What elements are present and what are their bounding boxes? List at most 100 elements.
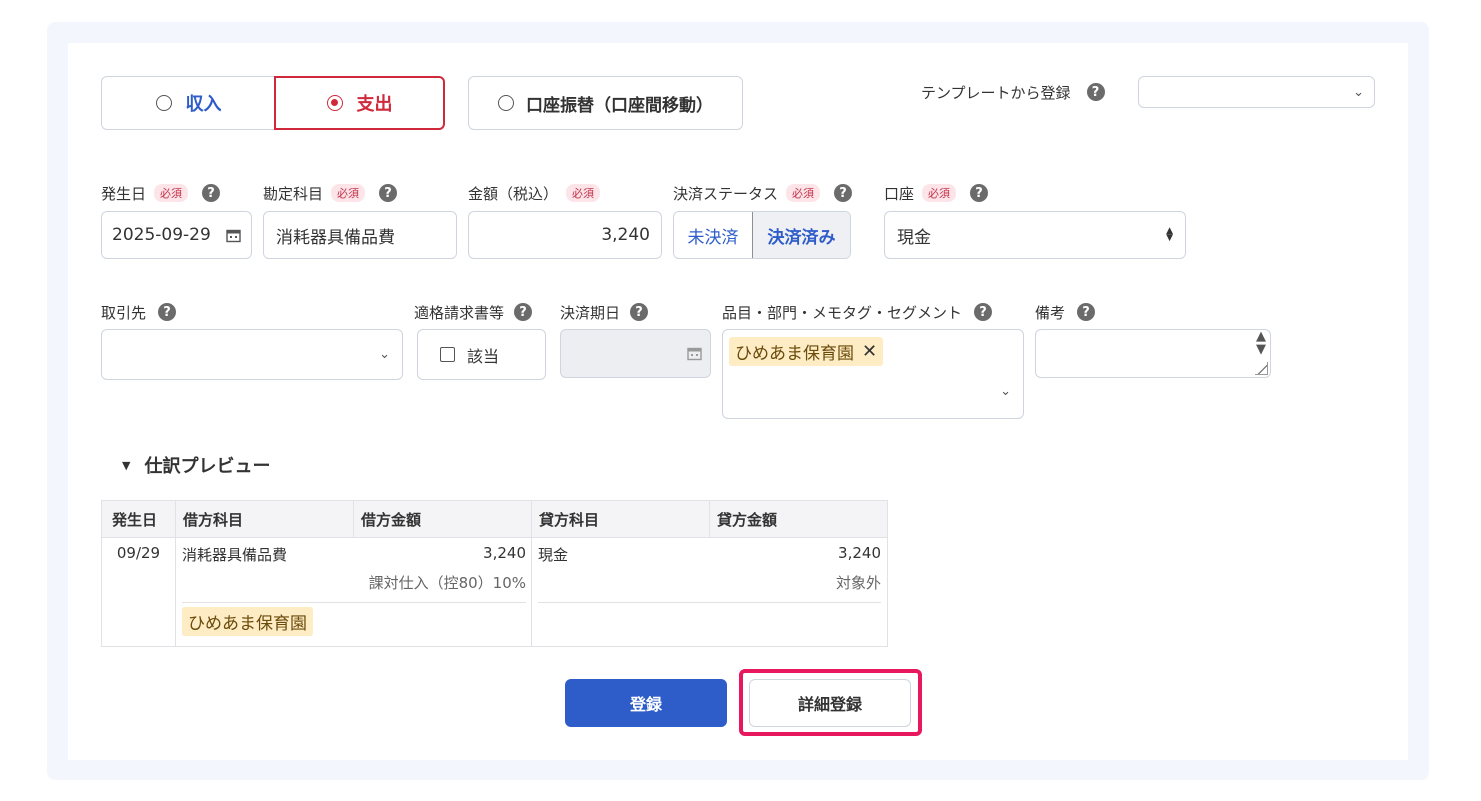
tags-label-row: 品目・部門・メモタグ・セグメント ? <box>722 301 993 323</box>
table-header-cell: 貸方金額 <box>709 500 888 538</box>
required-badge: 必須 <box>922 184 957 202</box>
date-label: 発生日 <box>101 184 147 203</box>
tab-transfer-label: 口座振替（口座間移動） <box>526 95 713 116</box>
memo-label: 備考 <box>1035 303 1066 322</box>
amount-label-row: 金額（税込） 必須 <box>468 182 601 204</box>
qualified-invoice-label: 適格請求書等 <box>414 303 505 322</box>
tab-transfer[interactable]: 口座振替（口座間移動） <box>468 76 743 130</box>
help-icon[interactable]: ? <box>379 184 398 202</box>
settlement-status-toggle: 未決済 決済済み <box>673 211 851 259</box>
spinner-arrows-icon[interactable]: ▲ ▼ <box>1256 330 1266 356</box>
partner-label: 取引先 <box>101 303 147 322</box>
settlement-status-label: 決済ステータス <box>673 184 779 203</box>
due-date-input <box>560 329 711 378</box>
memo-textarea[interactable]: ▲ ▼ <box>1035 329 1271 378</box>
tab-income[interactable]: 収入 <box>101 76 275 130</box>
credit-account: 現金 <box>538 546 569 564</box>
required-badge: 必須 <box>331 184 366 202</box>
row-date: 09/29 <box>116 544 161 562</box>
qualified-invoice-checkbox-label: 該当 <box>467 346 500 366</box>
detail-register-button[interactable]: 詳細登録 <box>749 679 911 727</box>
table-header-row: 発生日 借方科目 借方金額 貸方科目 貸方金額 <box>101 500 888 538</box>
radio-selected-icon <box>326 95 343 111</box>
debit-amount: 3,240 <box>483 544 526 562</box>
preview-title: 仕訳プレビュー <box>144 456 271 477</box>
debit-tag: ひめあま保育園 <box>182 607 313 636</box>
help-icon[interactable]: ? <box>970 184 989 202</box>
template-select[interactable]: ⌄ <box>1138 76 1375 108</box>
chevron-down-icon: ⌄ <box>379 347 390 362</box>
partner-select[interactable]: ⌄ <box>101 329 403 380</box>
amount-input[interactable]: 3,240 <box>468 211 662 259</box>
required-badge: 必須 <box>786 184 821 202</box>
table-row: 09/29 消耗器具備品費 3,240 課対仕入（控80）10% ひめあま保育園… <box>101 537 888 647</box>
help-icon[interactable]: ? <box>1086 83 1105 101</box>
account-title-label-row: 勘定科目 必須 ? <box>263 182 398 204</box>
wallet-value: 現金 <box>897 227 931 248</box>
calendar-icon[interactable] <box>226 228 241 243</box>
amount-value: 3,240 <box>601 225 650 245</box>
account-title-label: 勘定科目 <box>263 184 324 203</box>
qualified-invoice-box: 該当 <box>417 329 546 380</box>
template-label: テンプレートから登録 <box>921 83 1071 102</box>
table-header-cell: 借方金額 <box>353 500 532 538</box>
preview-toggle[interactable]: ▼ 仕訳プレビュー <box>122 452 270 478</box>
settlement-status-label-row: 決済ステータス 必須 ? <box>673 182 853 204</box>
partner-label-row: 取引先 ? <box>101 301 177 323</box>
amount-label: 金額（税込） <box>468 184 559 203</box>
radio-icon <box>155 95 172 111</box>
unsettled-option[interactable]: 未決済 <box>674 212 752 258</box>
tags-label: 品目・部門・メモタグ・セグメント <box>722 303 963 322</box>
credit-tax: 対象外 <box>538 572 881 603</box>
wallet-select[interactable]: 現金 ▲ ▼ <box>884 211 1186 259</box>
tab-expense-label: 支出 <box>356 94 393 115</box>
caret-down-icon: ▼ <box>122 458 131 472</box>
required-badge: 必須 <box>154 184 189 202</box>
debit-cell: 消耗器具備品費 3,240 課対仕入（控80）10% ひめあま保育園 <box>175 537 532 647</box>
qualified-invoice-label-row: 適格請求書等 ? <box>414 301 533 323</box>
checkbox[interactable] <box>440 347 455 362</box>
account-title-input[interactable]: 消耗器具備品費 <box>263 211 457 259</box>
resize-handle-icon[interactable] <box>1255 362 1268 375</box>
tag-chip-label: ひめあま保育園 <box>735 344 854 364</box>
chevron-down-icon: ⌄ <box>1000 384 1011 399</box>
preview-table-wrapper: 発生日 借方科目 借方金額 貸方科目 貸方金額 09/29 消耗器具備品費 3,… <box>101 500 888 647</box>
help-icon[interactable]: ? <box>974 303 993 321</box>
date-cell: 09/29 <box>101 537 176 647</box>
settled-option[interactable]: 決済済み <box>752 212 850 258</box>
close-icon[interactable]: ✕ <box>862 341 877 362</box>
wallet-label: 口座 <box>884 184 915 203</box>
required-badge: 必須 <box>566 184 601 202</box>
tags-select[interactable]: ひめあま保育園 ✕ ⌄ <box>722 329 1024 419</box>
wallet-label-row: 口座 必須 ? <box>884 182 989 204</box>
template-label-row: テンプレートから登録 ? <box>921 81 1105 103</box>
help-icon[interactable]: ? <box>514 303 533 321</box>
account-title-value: 消耗器具備品費 <box>276 227 395 248</box>
preview-table: 発生日 借方科目 借方金額 貸方科目 貸方金額 09/29 消耗器具備品費 3,… <box>101 500 888 647</box>
date-input[interactable]: 2025-09-29 <box>101 211 252 259</box>
date-label-row: 発生日 必須 ? <box>101 182 221 204</box>
help-icon[interactable]: ? <box>834 184 853 202</box>
help-icon[interactable]: ? <box>1077 303 1096 321</box>
credit-amount: 3,240 <box>838 544 881 562</box>
debit-tax: 課対仕入（控80）10% <box>182 572 526 603</box>
debit-account: 消耗器具備品費 <box>182 546 288 564</box>
help-icon[interactable]: ? <box>202 184 221 202</box>
date-value: 2025-09-29 <box>112 225 211 245</box>
register-button[interactable]: 登録 <box>565 679 727 727</box>
help-icon[interactable]: ? <box>630 303 649 321</box>
select-arrows-icon: ▲ ▼ <box>1166 226 1173 243</box>
calendar-icon <box>687 347 702 361</box>
table-header-cell: 貸方科目 <box>531 500 710 538</box>
help-icon[interactable]: ? <box>158 303 177 321</box>
tab-expense[interactable]: 支出 <box>274 76 445 130</box>
due-date-label: 決済期日 <box>560 303 621 322</box>
tab-income-label: 収入 <box>185 94 222 115</box>
memo-label-row: 備考 ? <box>1035 301 1096 323</box>
chevron-down-icon: ⌄ <box>1353 84 1364 100</box>
radio-icon <box>498 95 514 111</box>
table-header-cell: 借方科目 <box>175 500 354 538</box>
credit-cell: 現金 3,240 対象外 <box>531 537 888 647</box>
due-date-label-row: 決済期日 ? <box>560 301 649 323</box>
table-header-cell: 発生日 <box>101 500 176 538</box>
